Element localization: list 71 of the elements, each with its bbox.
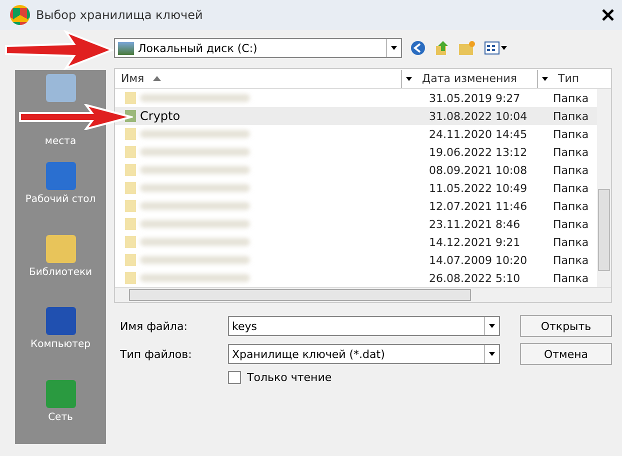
folder-icon [125, 218, 136, 230]
app-icon [10, 5, 30, 25]
date-cell-text: 31.05.2019 9:27 [429, 92, 522, 104]
file-row[interactable]: 14.12.2021 9:21 Папка [115, 233, 597, 251]
file-row[interactable]: Crypto 31.08.2022 10:04 Папка [115, 107, 597, 125]
type-cell: Папка [553, 200, 589, 212]
file-name: Crypto [140, 109, 180, 123]
location-dropdown[interactable]: Локальный диск (C:) [114, 38, 402, 58]
type-cell: Папка [553, 218, 589, 230]
cancel-button[interactable]: Отмена [520, 343, 612, 365]
type-cell: Папка [553, 110, 589, 122]
type-cell: Папка [553, 236, 589, 248]
open-button[interactable]: Открыть [520, 315, 612, 337]
folder-icon [125, 146, 136, 158]
type-cell: Папка [553, 128, 589, 140]
place-icon[interactable] [46, 234, 76, 263]
date-cell-text: 23.11.2021 8:46 [429, 218, 522, 230]
file-row[interactable]: 19.06.2022 13:12 Папка [115, 143, 597, 161]
column-header[interactable]: Имя [121, 72, 144, 85]
type-cell: Папка [553, 92, 589, 104]
drive-icon [118, 42, 134, 54]
horizontal-scrollbar[interactable] [115, 287, 611, 302]
file-name-field[interactable]: keys [228, 316, 500, 336]
type-cell: Папка [553, 164, 589, 176]
checkbox[interactable] [228, 371, 241, 384]
close-icon[interactable] [600, 9, 616, 21]
field-label: Тип файлов: [119, 348, 193, 360]
window-title: Выбор хранилища ключей [36, 8, 204, 22]
date-cell-text: 19.06.2022 13:12 [429, 146, 528, 158]
folder-icon [125, 254, 136, 266]
type-cell: Папка [553, 182, 589, 194]
vertical-scrollbar[interactable] [597, 89, 611, 287]
sort-arrow-icon [152, 74, 162, 82]
checkbox-label[interactable]: Только чтение [247, 371, 332, 384]
file-row[interactable]: 23.11.2021 8:46 Папка [115, 215, 597, 233]
file-row[interactable]: 26.08.2022 5:10 Папка [115, 269, 597, 287]
date-cell-text: 12.07.2021 11:46 [429, 200, 528, 212]
file-row[interactable]: 12.07.2021 11:46 Папка [115, 197, 597, 215]
new-folder-icon[interactable] [458, 40, 476, 56]
up-folder-icon[interactable] [434, 40, 450, 56]
type-cell: Папка [553, 146, 589, 158]
place-icon[interactable] [46, 74, 76, 102]
file-row[interactable]: 31.05.2019 9:27 Папка [115, 89, 597, 107]
place-icon[interactable] [46, 307, 76, 336]
folder-icon [125, 164, 136, 176]
file-row[interactable]: 24.11.2020 14:45 Папка [115, 125, 597, 143]
file-row[interactable]: 08.09.2021 10:08 Папка [115, 161, 597, 179]
field-label: Имя файла: [119, 320, 188, 332]
type-cell: Папка [553, 272, 589, 284]
folder-icon [125, 182, 136, 194]
place-icon[interactable] [46, 162, 76, 190]
folder-icon [125, 236, 136, 248]
folder-icon [125, 92, 136, 104]
view-menu-icon[interactable] [484, 40, 508, 56]
date-cell-text: 24.11.2020 14:45 [429, 128, 528, 140]
file-row[interactable]: 11.05.2022 10:49 Папка [115, 179, 597, 197]
date-cell-text: 14.12.2021 9:21 [429, 236, 522, 248]
folder-icon [125, 128, 136, 140]
column-header[interactable]: Дата изменения [416, 72, 537, 85]
back-icon[interactable] [410, 40, 426, 56]
file-row[interactable]: 14.07.2009 10:20 Папка [115, 251, 597, 269]
date-cell-text: 11.05.2022 10:49 [429, 182, 528, 194]
date-cell-text: 26.08.2022 5:10 [429, 272, 522, 284]
column-header[interactable]: Тип [552, 72, 611, 85]
date-cell-text: 08.09.2021 10:08 [429, 164, 528, 176]
folder-icon [125, 200, 136, 212]
type-cell: Папка [553, 254, 589, 266]
date-cell-text: 31.08.2022 10:04 [429, 110, 528, 122]
date-cell-text: 14.07.2009 10:20 [429, 254, 528, 266]
file-type-dropdown[interactable]: Хранилище ключей (*.dat) [228, 344, 500, 364]
folder-icon [125, 272, 136, 284]
